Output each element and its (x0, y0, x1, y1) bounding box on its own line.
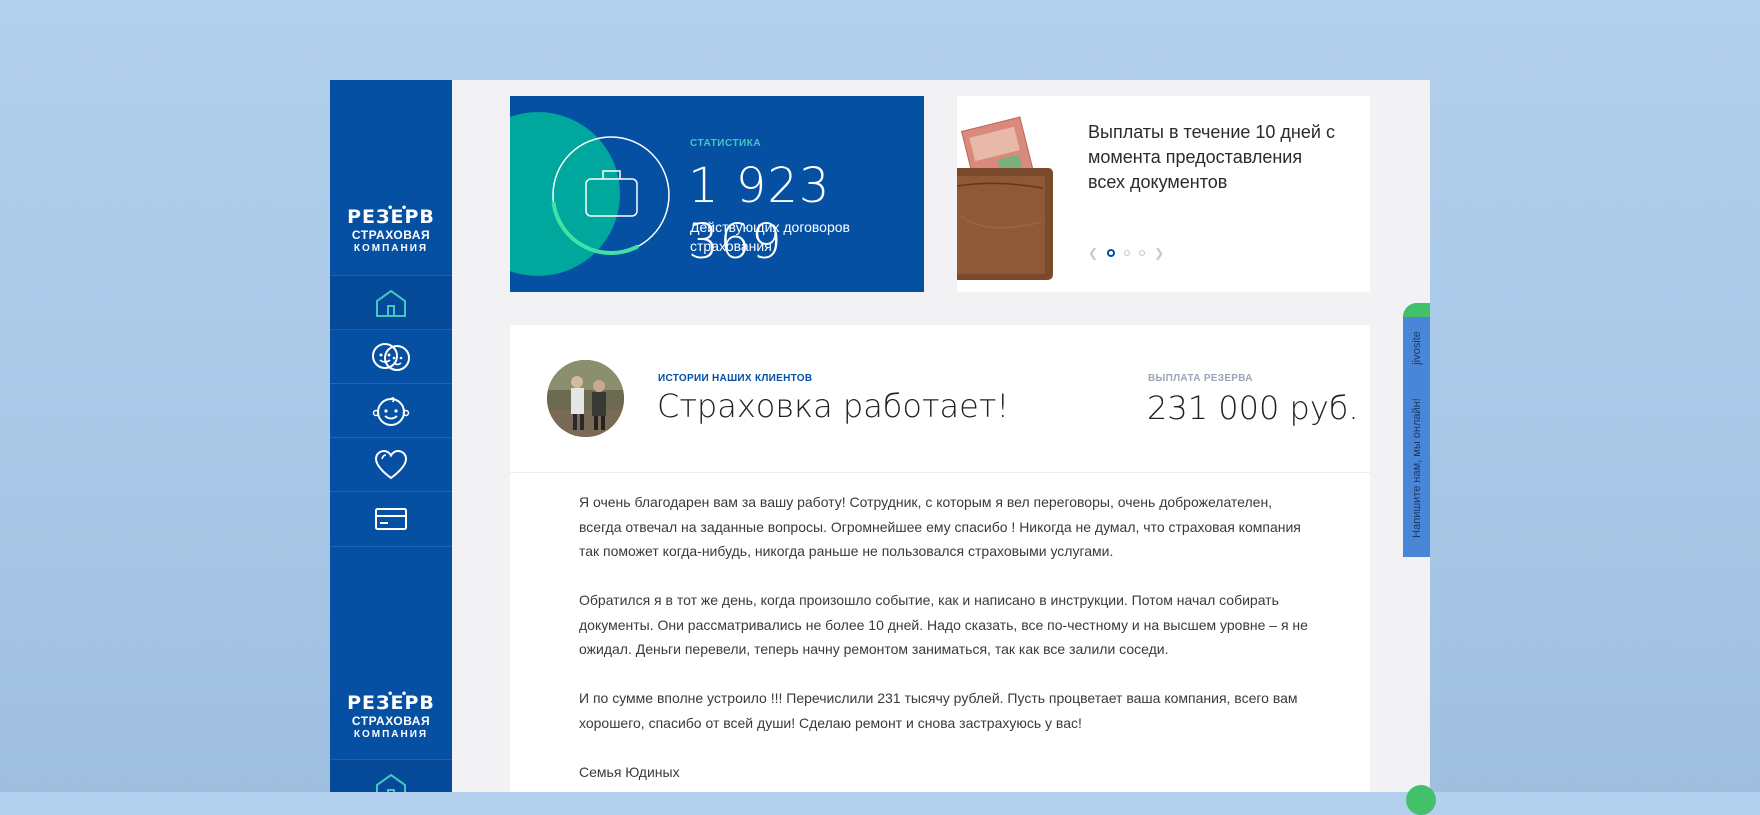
promo-slider: Выплаты в течение 10 дней с момента пред… (957, 96, 1370, 292)
heart-icon (373, 449, 409, 481)
payout-label: ВЫПЛАТА РЕЗЕРВА (1148, 373, 1253, 384)
logo-dots: • • (387, 689, 410, 700)
logo-line-3: КОМПАНИЯ (353, 729, 429, 740)
sidebar-item-family[interactable] (330, 329, 452, 384)
sidebar-item-home[interactable] (330, 275, 452, 330)
story-paragraph: И по сумме вполне устроило !!! Перечисли… (579, 690, 1298, 731)
company-logo-footer[interactable]: • • РЕЗЕРВ СТРАХОВАЯ КОМПАНИЯ (330, 689, 452, 741)
company-logo[interactable]: • • РЕЗЕРВ СТРАХОВАЯ КОМПАНИЯ (330, 203, 452, 255)
avatar (547, 360, 624, 437)
chat-prompt: Напишите нам, мы онлайн! (1411, 398, 1423, 538)
statistics-description: Действующих договоров страхования (690, 219, 850, 254)
logo-line-2: СТРАХОВАЯ (351, 714, 431, 728)
statistics-label: СТАТИСТИКА (690, 138, 762, 149)
chat-online-indicator (1403, 303, 1430, 317)
logo-line-2: СТРАХОВАЯ (351, 228, 431, 242)
slide-dot-1[interactable] (1107, 249, 1116, 257)
chat-bubble-button[interactable] (1406, 785, 1436, 815)
logo-line-3: КОМПАНИЯ (353, 243, 429, 254)
logo-dots: • • (387, 203, 410, 214)
story-label: ИСТОРИИ НАШИХ КЛИЕНТОВ (658, 373, 813, 384)
sidebar-item-health[interactable] (330, 437, 452, 492)
home-icon (374, 772, 408, 792)
child-icon (372, 394, 410, 428)
briefcase-progress-graphic (510, 112, 670, 276)
story-header: ИСТОРИИ НАШИХ КЛИЕНТОВ Страховка работае… (510, 325, 1370, 473)
sidebar: • • РЕЗЕРВ СТРАХОВАЯ КОМПАНИЯ • • РЕЗЕРВ… (330, 80, 452, 792)
story-paragraph: Я очень благодарен вам за вашу работу! С… (579, 494, 1301, 559)
chevron-right-icon[interactable]: ❯ (1154, 246, 1164, 260)
chat-brand: jivosite (1411, 331, 1423, 365)
slide-dot-2[interactable] (1124, 250, 1131, 256)
sidebar-item-card[interactable] (330, 491, 452, 547)
sidebar-item-child[interactable] (330, 383, 452, 438)
chat-widget-tab[interactable]: jivosite Напишите нам, мы онлайн! (1403, 303, 1430, 557)
card-icon (373, 506, 409, 532)
wallet-image (957, 116, 1053, 280)
statistics-card: СТАТИСТИКА 1 923 369 Действующих договор… (510, 96, 924, 292)
slide-dot-3[interactable] (1139, 250, 1146, 256)
home-icon (374, 288, 408, 318)
app-frame: • • РЕЗЕРВ СТРАХОВАЯ КОМПАНИЯ • • РЕЗЕРВ… (330, 80, 1430, 792)
story-body: Я очень благодарен вам за вашу работу! С… (579, 490, 1309, 792)
sidebar-item-home-footer[interactable] (330, 759, 452, 792)
story-paragraph: Обратился я в тот же день, когда произош… (579, 592, 1308, 657)
chevron-left-icon[interactable]: ❮ (1088, 246, 1098, 260)
story-signature: Семья Юдиных (579, 763, 680, 780)
payout-value: 231 000 руб. (1147, 389, 1359, 427)
story-title: Страховка работает! (657, 387, 1010, 425)
slider-controls: ❮ ❯ (1088, 246, 1164, 260)
family-icon (369, 341, 413, 373)
client-story-card: ИСТОРИИ НАШИХ КЛИЕНТОВ Страховка работае… (510, 325, 1370, 792)
promo-text: Выплаты в течение 10 дней с момента пред… (1088, 122, 1335, 192)
